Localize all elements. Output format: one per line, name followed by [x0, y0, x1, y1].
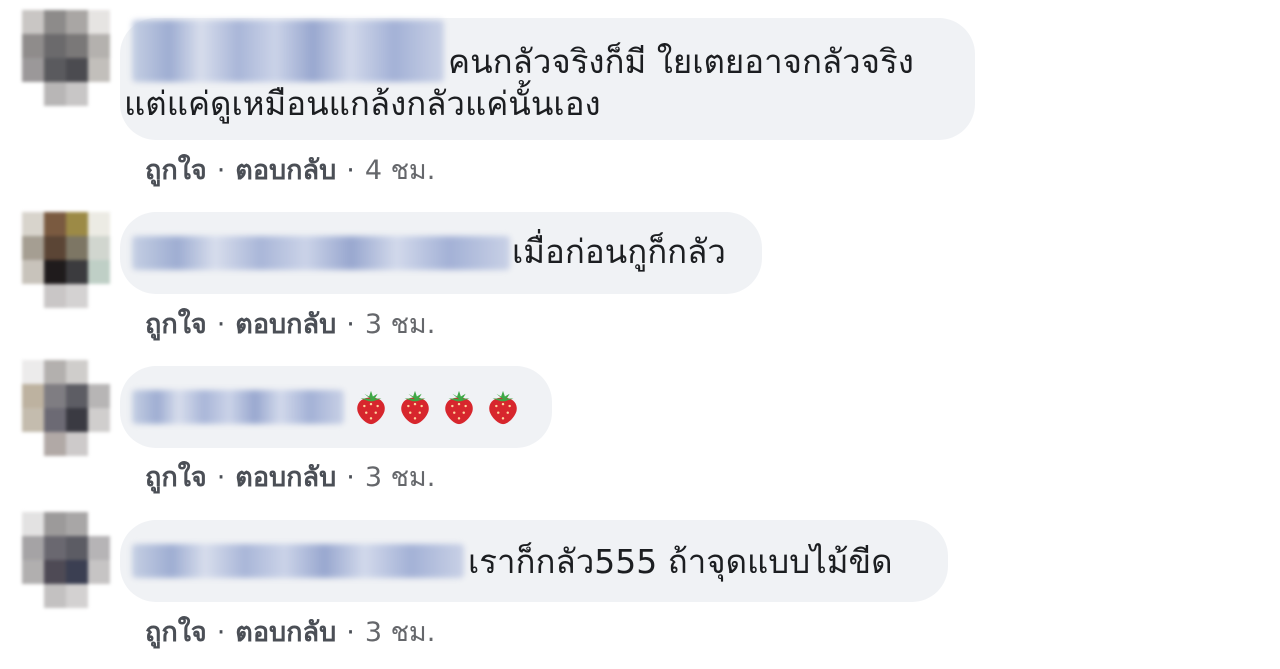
separator: ·	[216, 462, 226, 493]
comment-actions: ถูกใจ · ตอบกลับ · 3 ชม.	[145, 302, 435, 345]
reply-link[interactable]: ตอบกลับ	[235, 462, 336, 493]
comment-bubble: เมื่อก่อนกูก็กลัว	[120, 212, 762, 294]
strawberry-icon	[401, 390, 429, 425]
comment-bubble	[120, 366, 552, 448]
avatar[interactable]	[22, 212, 110, 308]
timestamp[interactable]: 3 ชม.	[365, 309, 435, 340]
reply-link[interactable]: ตอบกลับ	[235, 309, 336, 340]
separator: ·	[346, 617, 355, 648]
separator: ·	[216, 309, 226, 340]
comment-actions: ถูกใจ · ตอบกลับ · 4 ชม.	[145, 148, 435, 191]
strawberry-icon	[357, 390, 385, 425]
separator: ·	[216, 617, 226, 648]
comment-text-line-2: แต่แค่ดูเหมือนแกล้งกลัวแค่นั้นเอง	[124, 84, 601, 123]
emoji-row	[352, 388, 528, 426]
comment-actions: ถูกใจ · ตอบกลับ · 3 ชม.	[145, 455, 435, 498]
author-name[interactable]	[132, 20, 444, 82]
comment-bubble: คนกลัวจริงก็มี ใยเตยอาจกลัวจริง แต่แค่ดู…	[120, 18, 975, 140]
strawberry-icon	[489, 390, 517, 425]
comment-actions: ถูกใจ · ตอบกลับ · 3 ชม.	[145, 610, 435, 653]
avatar[interactable]	[22, 512, 110, 608]
timestamp[interactable]: 4 ชม.	[365, 155, 435, 186]
author-name[interactable]	[132, 236, 510, 270]
comment-text: เมื่อก่อนกูก็กลัว	[512, 232, 726, 271]
reply-link[interactable]: ตอบกลับ	[235, 617, 336, 648]
avatar[interactable]	[22, 10, 110, 106]
avatar[interactable]	[22, 360, 110, 456]
separator: ·	[216, 155, 226, 186]
strawberry-icon	[445, 390, 473, 425]
like-link[interactable]: ถูกใจ	[145, 462, 207, 493]
like-link[interactable]: ถูกใจ	[145, 617, 207, 648]
author-name[interactable]	[132, 390, 344, 424]
separator: ·	[346, 462, 355, 493]
author-name[interactable]	[132, 544, 464, 578]
like-link[interactable]: ถูกใจ	[145, 155, 207, 186]
timestamp[interactable]: 3 ชม.	[365, 462, 435, 493]
separator: ·	[346, 155, 355, 186]
like-link[interactable]: ถูกใจ	[145, 309, 207, 340]
comment-bubble: เราก็กลัว555 ถ้าจุดแบบไม้ขีด	[120, 520, 948, 602]
reply-link[interactable]: ตอบกลับ	[235, 155, 336, 186]
separator: ·	[346, 309, 355, 340]
comment-text: เราก็กลัว555 ถ้าจุดแบบไม้ขีด	[468, 542, 893, 581]
comment-text-line-1: คนกลัวจริงก็มี ใยเตยอาจกลัวจริง	[448, 42, 914, 81]
timestamp[interactable]: 3 ชม.	[365, 617, 435, 648]
